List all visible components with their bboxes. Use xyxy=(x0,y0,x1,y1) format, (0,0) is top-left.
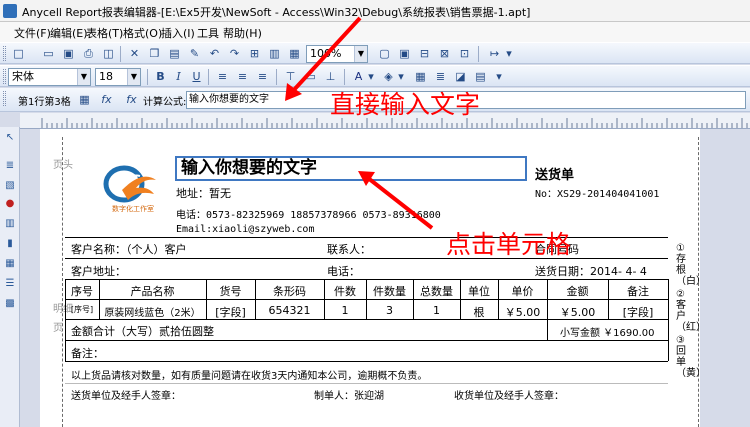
annotation-arrows xyxy=(285,16,434,230)
annotation-click-cell: 点击单元格 xyxy=(446,230,572,259)
annotation-type-text: 直接输入文字 xyxy=(330,90,481,119)
